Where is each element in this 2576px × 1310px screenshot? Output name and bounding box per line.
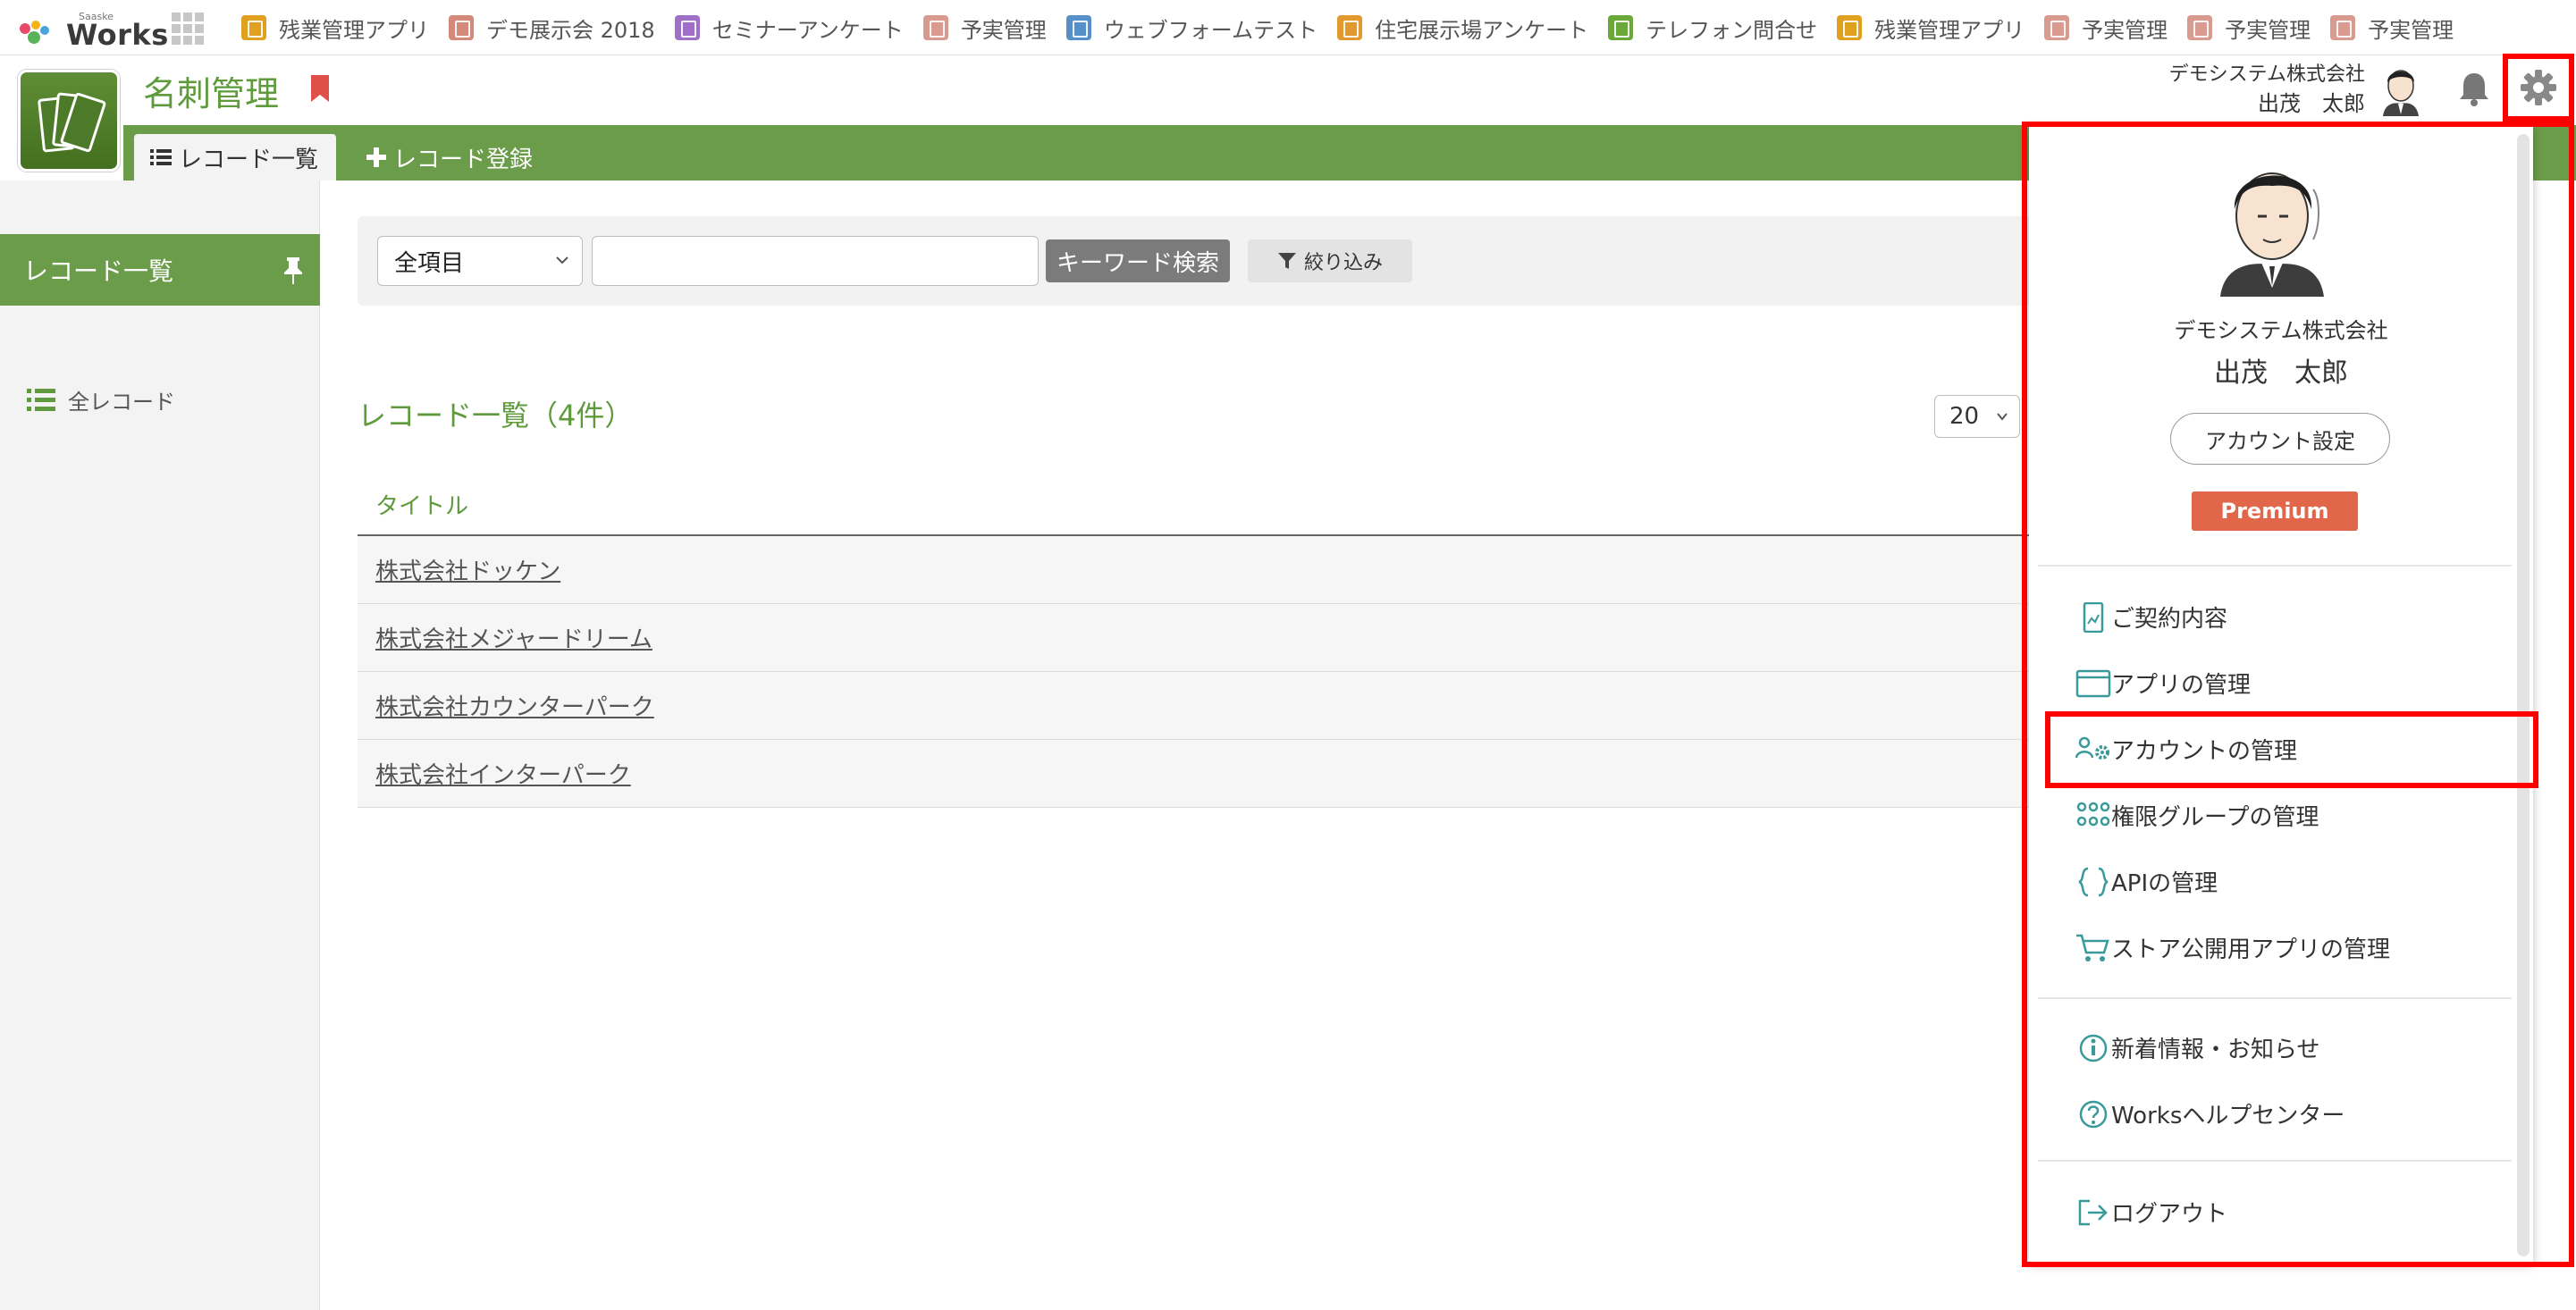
user-name: 出茂 太郎 — [2258, 91, 2365, 116]
app-tab-label: デモ展示会 2018 — [486, 17, 655, 43]
app-tab-label: 予実管理 — [960, 17, 1047, 43]
app-tab-icon — [2330, 15, 2356, 40]
app-tab[interactable]: セミナーアンケート — [674, 0, 904, 55]
app-tab-label: 残業管理アプリ — [279, 17, 429, 43]
app-tab-label: ウェブフォームテスト — [1103, 17, 1318, 43]
app-tab[interactable]: 予実管理 — [922, 0, 1047, 55]
sidebar-header[interactable]: レコード一覧 — [0, 234, 320, 306]
sidebar-item-label: 全レコード — [68, 390, 175, 415]
filter-icon — [1277, 253, 1296, 269]
per-page-value: 20 — [1949, 403, 1980, 430]
filter-button[interactable]: 絞り込み — [1248, 239, 1412, 282]
chevron-down-icon — [1997, 413, 2008, 421]
plus-icon — [366, 147, 386, 167]
app-tab[interactable]: デモ展示会 2018 — [449, 0, 655, 55]
app-tab[interactable]: テレフォン問合せ — [1608, 0, 1817, 55]
app-tab[interactable]: ウェブフォームテスト — [1065, 0, 1318, 55]
highlight-account-management — [2045, 711, 2538, 788]
highlight-gear — [2503, 54, 2574, 122]
app-tab[interactable]: 残業管理アプリ — [1837, 0, 2025, 55]
keyword-input[interactable] — [592, 236, 1039, 286]
chevron-down-icon — [556, 256, 568, 265]
bookmark-icon[interactable] — [309, 75, 331, 102]
sidebar: レコード一覧 全レコード — [0, 181, 320, 1310]
tab-record-list[interactable]: レコード一覧 — [134, 134, 336, 181]
works-logo[interactable]: Saaske Works — [14, 7, 168, 52]
record-link[interactable]: 株式会社メジャードリーム — [375, 621, 652, 654]
per-page-select[interactable]: 20 — [1934, 395, 2020, 438]
app-tab-icon — [674, 15, 700, 40]
user-company: デモシステム株式会社 — [2168, 63, 2365, 86]
app-tab-icon — [2187, 15, 2213, 40]
pin-icon[interactable] — [281, 256, 306, 284]
app-tab-icon — [1065, 15, 1091, 40]
app-tabs: 残業管理アプリ デモ展示会 2018 セミナーアンケート 予実管理 ウェブフォームテスト… — [241, 0, 2473, 55]
app-tab-label: 予実管理 — [2225, 17, 2311, 43]
record-link[interactable]: 株式会社インターパーク — [375, 757, 631, 790]
app-grid-icon[interactable] — [172, 13, 204, 45]
tab-record-add[interactable]: レコード登録 — [366, 134, 599, 181]
app-tab[interactable]: 予実管理 — [2044, 0, 2168, 55]
app-tab-label: 予実管理 — [2082, 17, 2168, 43]
avatar[interactable] — [2376, 63, 2426, 116]
bell-icon[interactable] — [2456, 70, 2492, 107]
app-icon-business-cards[interactable] — [18, 70, 120, 172]
top-bar: Saaske Works 残業管理アプリ デモ展示会 2018 セミナーアンケート 予… — [0, 0, 2576, 55]
app-tab-icon — [922, 15, 948, 40]
app-tab-icon — [2044, 15, 2070, 40]
app-tab-icon — [241, 15, 266, 40]
tab-record-list-label: レコード一覧 — [179, 146, 319, 173]
app-tab-label: 予実管理 — [2368, 17, 2454, 43]
list-icon — [150, 149, 172, 165]
sidebar-header-label: レコード一覧 — [23, 256, 174, 286]
record-link[interactable]: 株式会社カウンターパーク — [375, 689, 654, 722]
highlight-menu — [2022, 122, 2574, 1267]
app-tab[interactable]: 予実管理 — [2330, 0, 2454, 55]
record-link[interactable]: 株式会社ドッケン — [375, 553, 560, 586]
user-info[interactable]: デモシステム株式会社 出茂 太郎 — [2169, 61, 2365, 118]
app-tab-label: テレフォン問合せ — [1646, 17, 1818, 43]
app-tab-icon — [1337, 15, 1363, 40]
search-field-value: 全項目 — [394, 249, 465, 277]
brand-name: Works — [66, 18, 169, 52]
keyword-search-button[interactable]: キーワード検索 — [1046, 239, 1230, 282]
filter-button-label: 絞り込み — [1303, 252, 1383, 274]
record-list-title: レコード一覧（4件） — [358, 399, 634, 432]
app-tab-label: 残業管理アプリ — [1874, 17, 2025, 43]
sidebar-item-all-records[interactable]: 全レコード — [27, 384, 175, 416]
app-tab-icon — [449, 15, 474, 40]
app-tab-icon — [1837, 15, 1863, 40]
search-field-select[interactable]: 全項目 — [377, 236, 583, 286]
app-tab[interactable]: 予実管理 — [2187, 0, 2311, 55]
app-tab[interactable]: 残業管理アプリ — [241, 0, 429, 55]
list-icon — [27, 388, 55, 411]
app-tab-icon — [1608, 15, 1634, 40]
app-tab-label: セミナーアンケート — [711, 17, 904, 43]
logo-dots-icon — [20, 21, 49, 44]
app-tab[interactable]: 住宅展示場アンケート — [1337, 0, 1588, 55]
tab-record-add-label: レコード登録 — [393, 146, 534, 173]
app-title: 名刺管理 — [143, 74, 280, 113]
app-tab-label: 住宅展示場アンケート — [1375, 17, 1589, 43]
